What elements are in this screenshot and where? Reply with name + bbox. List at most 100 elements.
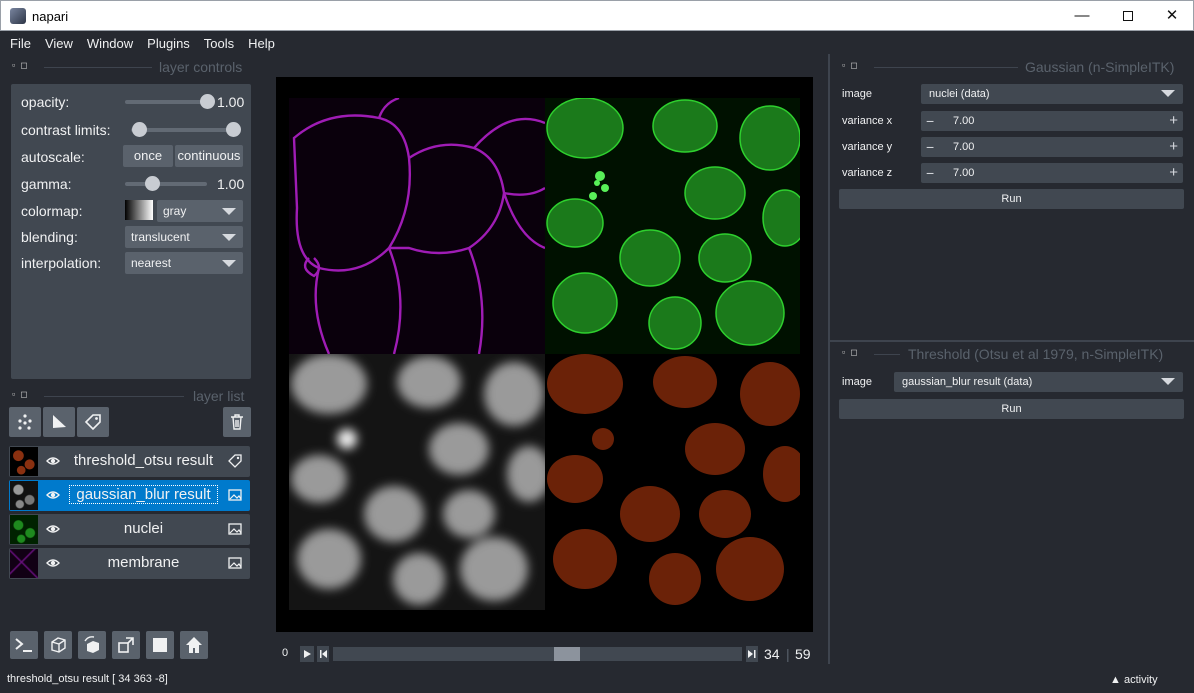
- layer-thumbnail: [10, 447, 38, 476]
- eye-icon[interactable]: [46, 556, 60, 570]
- layer-row-nuclei[interactable]: nuclei: [9, 514, 250, 545]
- dims-current-value[interactable]: 34: [764, 646, 780, 662]
- dock-float-buttons[interactable]: ▫◻: [12, 389, 33, 400]
- threshold-dock-title: Threshold (Otsu et al 1979, n-SimpleITK): [908, 346, 1164, 362]
- interpolation-dropdown[interactable]: nearest: [125, 252, 243, 274]
- layer-row-threshold[interactable]: threshold_otsu result: [9, 446, 250, 477]
- eye-icon[interactable]: [46, 488, 60, 502]
- interpolation-value: nearest: [131, 256, 172, 270]
- autoscale-continuous-button[interactable]: continuous: [175, 145, 243, 167]
- threshold-image-dropdown[interactable]: gaussian_blur result (data): [894, 372, 1183, 392]
- blending-label: blending:: [21, 229, 78, 245]
- plus-icon[interactable]: +: [1169, 137, 1178, 157]
- close-button[interactable]: ✕: [1149, 1, 1194, 31]
- dock-horizontal-splitter[interactable]: [830, 340, 1194, 342]
- new-shapes-layer-button[interactable]: [43, 407, 75, 437]
- trash-icon: [231, 414, 243, 430]
- maximize-button[interactable]: [1105, 1, 1151, 31]
- step-forward-icon[interactable]: [746, 646, 758, 662]
- chevron-down-icon: [222, 260, 236, 267]
- opacity-slider[interactable]: [125, 100, 207, 104]
- window-title: napari: [32, 9, 69, 24]
- membrane-image: [289, 98, 545, 354]
- dock-float-buttons[interactable]: ▫◻: [12, 60, 33, 71]
- menu-help[interactable]: Help: [241, 36, 282, 51]
- threshold-labels-render: [547, 354, 800, 605]
- eye-icon[interactable]: [46, 522, 60, 536]
- chevron-down-icon: [1161, 378, 1175, 385]
- plus-icon[interactable]: +: [1169, 163, 1178, 183]
- new-points-layer-button[interactable]: [9, 407, 41, 437]
- threshold-run-button[interactable]: Run: [839, 399, 1184, 419]
- home-button[interactable]: [180, 631, 208, 659]
- contrast-min-handle[interactable]: [132, 122, 147, 137]
- colormap-preview: [125, 200, 153, 220]
- layer-thumbnail: [10, 515, 38, 544]
- variance-z-spinbox[interactable]: − 7.00 +: [921, 163, 1183, 183]
- variance-x-label: variance x: [842, 115, 893, 127]
- delete-layer-button[interactable]: [223, 407, 251, 437]
- transpose-icon: [118, 637, 134, 653]
- minus-icon[interactable]: −: [926, 137, 934, 157]
- menu-view[interactable]: View: [38, 36, 80, 51]
- nuclei-image: [545, 98, 800, 354]
- contrast-max-handle[interactable]: [226, 122, 241, 137]
- activity-toggle[interactable]: ▲ activity: [1110, 674, 1158, 686]
- variance-x-spinbox[interactable]: − 7.00 +: [921, 111, 1183, 131]
- transpose-dimensions-button[interactable]: [112, 631, 140, 659]
- terminal-icon: [15, 638, 32, 652]
- minus-icon[interactable]: −: [926, 111, 934, 131]
- console-button[interactable]: [10, 631, 38, 659]
- nuclei-render: [546, 98, 800, 350]
- gamma-slider[interactable]: [125, 182, 207, 186]
- dims-slider-handle[interactable]: [553, 647, 580, 661]
- autoscale-once-button[interactable]: once: [123, 145, 173, 167]
- menu-file[interactable]: File: [3, 36, 38, 51]
- dims-max-value: 59: [795, 646, 811, 662]
- gaussian-image-dropdown[interactable]: nuclei (data): [921, 84, 1183, 104]
- interpolation-label: interpolation:: [21, 255, 102, 271]
- eye-icon[interactable]: [46, 454, 60, 468]
- variance-y-value: 7.00: [953, 141, 975, 153]
- image-layer-icon: [228, 489, 242, 501]
- roll-dimensions-button[interactable]: [78, 631, 106, 659]
- layer-controls-title: layer controls: [159, 59, 243, 75]
- grid-view-button[interactable]: [146, 631, 174, 659]
- plus-icon[interactable]: +: [1169, 111, 1178, 131]
- variance-y-spinbox[interactable]: − 7.00 +: [921, 137, 1183, 157]
- points-icon: [18, 414, 32, 430]
- menu-plugins[interactable]: Plugins: [140, 36, 197, 51]
- dock-divider: [44, 396, 184, 397]
- dock-divider: [874, 67, 1018, 68]
- blending-dropdown[interactable]: translucent: [125, 226, 243, 248]
- new-labels-layer-button[interactable]: [77, 407, 109, 437]
- opacity-slider-handle[interactable]: [200, 94, 215, 109]
- minimize-button[interactable]: —: [1059, 1, 1105, 31]
- opacity-label: opacity:: [21, 94, 70, 110]
- layer-name: membrane: [107, 554, 180, 571]
- viewer-canvas[interactable]: [276, 77, 813, 632]
- minus-icon[interactable]: −: [926, 163, 934, 183]
- colormap-dropdown[interactable]: gray: [157, 200, 243, 222]
- gaussian-run-button[interactable]: Run: [839, 189, 1184, 209]
- layer-row-membrane[interactable]: membrane: [9, 548, 250, 579]
- dims-slider-track[interactable]: [333, 647, 742, 661]
- variance-x-value: 7.00: [953, 115, 975, 127]
- gaussian-blur-render: [291, 354, 545, 605]
- gamma-slider-handle[interactable]: [145, 176, 161, 191]
- menu-tools[interactable]: Tools: [197, 36, 241, 51]
- status-text: threshold_otsu result [ 34 363 -8]: [7, 673, 168, 685]
- toggle-ndisplay-button[interactable]: [44, 631, 72, 659]
- gamma-label: gamma:: [21, 176, 72, 192]
- activity-label: activity: [1123, 674, 1158, 686]
- dock-divider: [874, 354, 900, 355]
- play-icon[interactable]: [300, 646, 314, 662]
- layer-row-gaussian[interactable]: gaussian_blur result: [9, 480, 250, 511]
- menu-window[interactable]: Window: [80, 36, 140, 51]
- dock-float-buttons[interactable]: ▫◻: [842, 60, 863, 71]
- napari-logo-icon: [10, 8, 26, 24]
- dock-splitter[interactable]: [828, 54, 830, 664]
- dock-float-buttons[interactable]: ▫◻: [842, 347, 863, 358]
- step-back-icon[interactable]: [317, 646, 329, 662]
- threshold-labels-image: [545, 354, 800, 610]
